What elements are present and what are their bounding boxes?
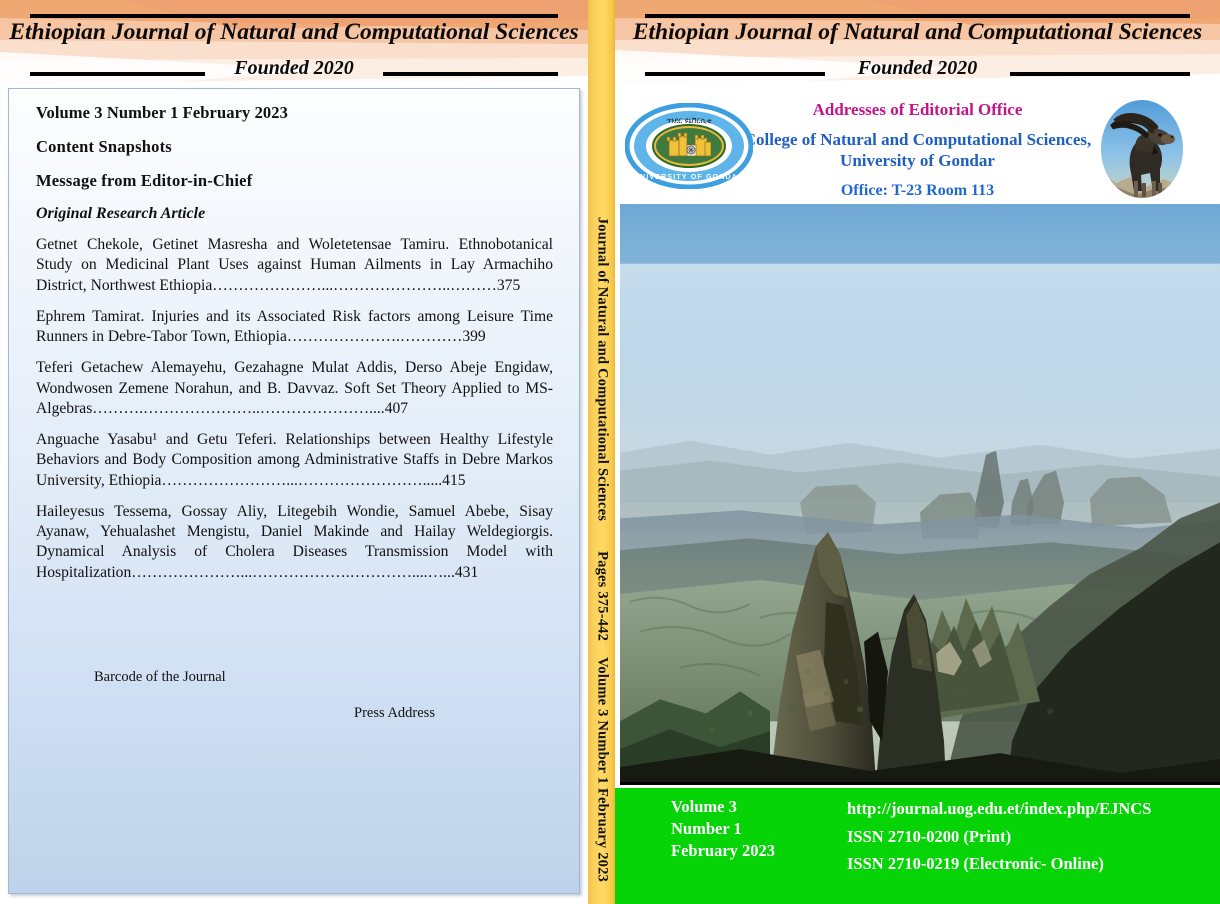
front-cover-header: Ethiopian Journal of Natural and Computa… — [615, 0, 1220, 86]
footer-identifiers: http://journal.uog.edu.et/index.php/EJNC… — [847, 795, 1151, 878]
walia-ibex-photo — [1099, 98, 1185, 200]
spine-issue: Volume 3 Number 1 February 2023 — [594, 657, 610, 882]
seal-amharic-text: ጎንደር ዩኒቨርሲቲ — [666, 116, 712, 125]
footer-volume: Volume 3 — [671, 797, 737, 816]
toc-entry-page: 415 — [442, 471, 466, 489]
contents-panel: Volume 3 Number 1 February 2023 Content … — [8, 88, 580, 894]
toc-entry: Getnet Chekole, Getinet Masresha and Wol… — [36, 235, 553, 296]
header-rule-right — [1010, 72, 1190, 76]
footer-journal-url[interactable]: http://journal.uog.edu.et/index.php/EJNC… — [847, 795, 1151, 823]
header-top-rule — [30, 14, 558, 18]
back-cover-header: Ethiopian Journal of Natural and Computa… — [0, 0, 588, 86]
toc-entry-page: 375 — [496, 276, 521, 294]
toc-entry-page: 431 — [454, 563, 479, 581]
journal-title-front: Ethiopian Journal of Natural and Computa… — [632, 19, 1203, 45]
seal-english-text: UNIVERSITY OF GONDAR — [634, 174, 745, 181]
header-rule-left — [30, 72, 205, 76]
content-snapshots-heading: Content Snapshots — [36, 137, 172, 156]
simien-mountains-landscape-photo — [620, 204, 1220, 785]
editor-message-heading: Message from Editor-in-Chief — [36, 171, 253, 190]
original-research-article-heading: Original Research Article — [36, 205, 206, 222]
barcode-placeholder-note: Barcode of the Journal — [94, 669, 226, 685]
toc-entry-dots: ………………….………… — [286, 328, 463, 346]
back-cover: Ethiopian Journal of Natural and Computa… — [0, 0, 588, 904]
footer-issn-online: ISSN 2710-0219 (Electronic- Online) — [847, 854, 1104, 874]
toc-entry-dots: ……………………...……………………..... — [161, 471, 443, 489]
header-rule-left — [645, 72, 825, 76]
spine-pages: Pages 375-442 — [594, 551, 610, 642]
press-address-note: Press Address — [354, 705, 435, 721]
header-top-rule — [645, 14, 1190, 18]
journal-title-back: Ethiopian Journal of Natural and Computa… — [9, 19, 579, 45]
toc-entry-dots: ……….…………………..………………….... — [92, 399, 385, 417]
founded-text-front: Founded 2020 — [857, 57, 978, 79]
green-footer-band: Volume 3 Number 1 February 2023 http://j… — [615, 788, 1220, 904]
university-of-gondar-seal-icon: ጎንደር ዩኒቨርሲቲ UNIVERSITY OF GONDAR — [625, 103, 753, 189]
issue-meta-line: Volume 3 Number 1 February 2023 — [36, 103, 288, 122]
toc-entry: Ephrem Tamirat. Injuries and its Associa… — [36, 307, 553, 348]
founded-text-back: Founded 2020 — [234, 57, 354, 79]
footer-date: February 2023 — [671, 840, 776, 860]
toc-entry-dots: …………………...……………….…………....…... — [131, 563, 455, 581]
toc-entry-page: 399 — [462, 328, 486, 346]
toc-entry-dots: …………………...…………………..……… — [212, 276, 497, 294]
toc-entry: Anguache Yasabu¹ and Getu Teferi. Relati… — [36, 430, 553, 491]
spine-journal-name: Journal of Natural and Computational Sci… — [594, 216, 610, 522]
header-rule-right — [383, 72, 558, 76]
footer-issue-info: Volume 3 Number 1 February 2023 — [671, 796, 775, 862]
toc-entry: Haileyesus Tessema, Gossay Aliy, Litegeb… — [36, 502, 553, 583]
footer-number: Number 1 — [671, 818, 742, 838]
journal-spine: Journal of Natural and Computational Sci… — [588, 0, 615, 904]
toc-entry: Teferi Getachew Alemayehu, Gezahagne Mul… — [36, 358, 553, 419]
journal-cover: Ethiopian Journal of Natural and Computa… — [0, 0, 1220, 904]
toc-entry-page: 407 — [384, 399, 409, 417]
footer-issn-print: ISSN 2710-0200 (Print) — [847, 826, 1012, 846]
